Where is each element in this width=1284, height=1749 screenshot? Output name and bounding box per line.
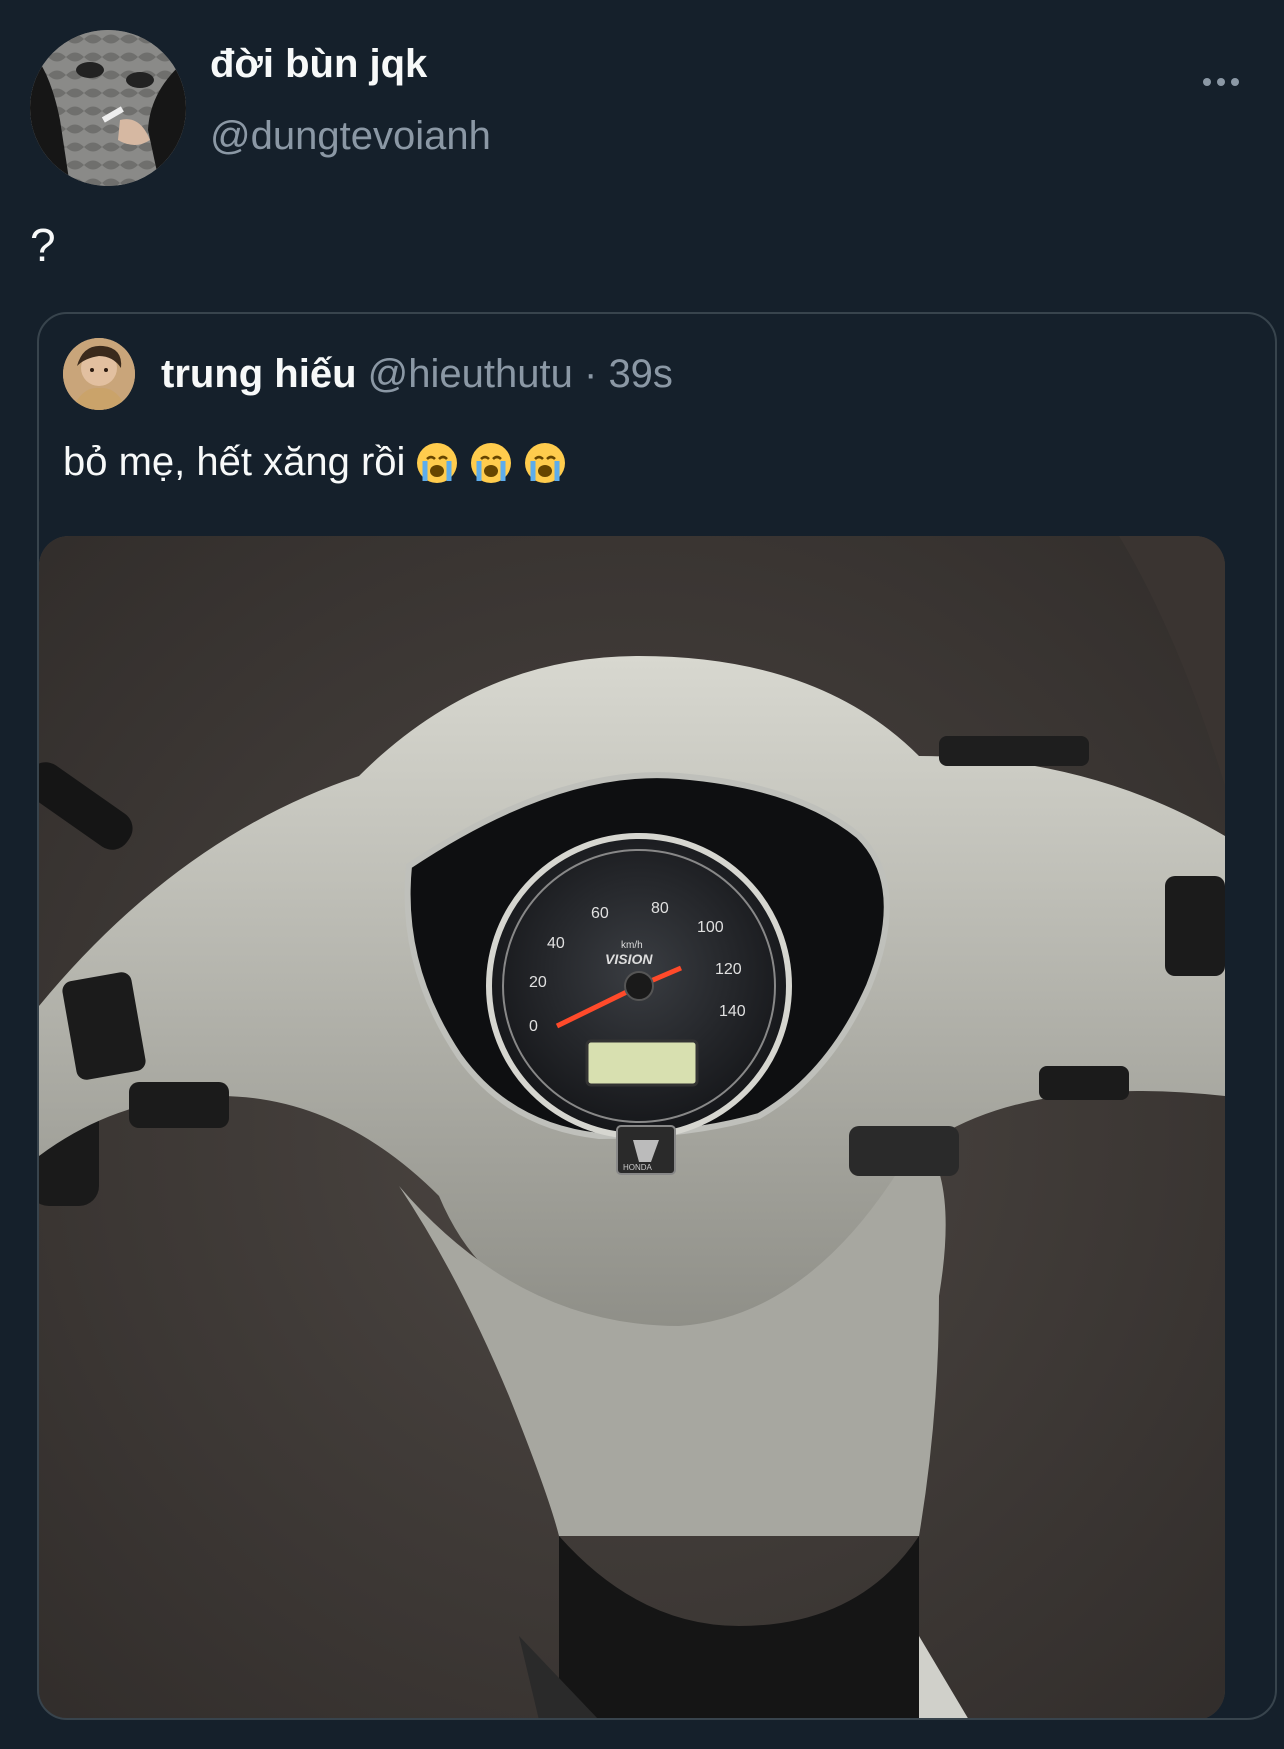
loudly-crying-face-icon — [417, 442, 458, 483]
more-dot — [1203, 78, 1211, 86]
more-dot — [1231, 78, 1239, 86]
speed-tick: 80 — [651, 900, 669, 917]
tweet: đời bùn jqk @dungtevoianh ? trung hiếu @… — [0, 0, 1284, 1749]
quoted-text: bỏ mẹ, hết xăng rồi — [63, 440, 406, 484]
quoted-handle[interactable]: @hieuthutu — [368, 352, 573, 396]
quoted-author-avatar[interactable] — [63, 338, 135, 410]
quoted-timestamp[interactable]: 39s — [608, 352, 673, 396]
speed-tick: 60 — [591, 905, 609, 922]
model-label: VISION — [605, 951, 653, 967]
speed-tick: 120 — [715, 961, 742, 978]
loudly-crying-face-icon — [525, 442, 566, 483]
more-dot — [1217, 78, 1225, 86]
speed-tick: 100 — [697, 919, 724, 936]
more-options-icon[interactable] — [1190, 62, 1252, 102]
author-avatar[interactable] — [30, 30, 186, 186]
speed-tick: 20 — [529, 974, 547, 991]
speed-tick: 40 — [547, 935, 565, 952]
speed-tick: 140 — [719, 1003, 746, 1020]
tweet-text: ? — [30, 219, 56, 271]
separator-dot: · — [583, 352, 598, 396]
quoted-tweet[interactable]: trung hiếu @hieuthutu · 39s bỏ mẹ, hết x… — [37, 312, 1277, 1720]
quoted-header: trung hiếu @hieuthutu · 39s — [161, 352, 673, 397]
brand-label: HONDA — [623, 1163, 653, 1172]
speed-tick: 0 — [529, 1018, 538, 1035]
author-handle[interactable]: @dungtevoianh — [210, 114, 491, 159]
quoted-text-row: bỏ mẹ, hết xăng rồi — [63, 440, 567, 485]
quoted-media-photo[interactable]: 0 20 40 60 80 100 120 140 km/h VISION HO… — [39, 536, 1225, 1718]
quoted-display-name[interactable]: trung hiếu — [161, 352, 357, 396]
loudly-crying-face-icon — [471, 442, 512, 483]
author-display-name[interactable]: đời bùn jqk — [210, 42, 427, 87]
speed-unit: km/h — [621, 940, 643, 951]
